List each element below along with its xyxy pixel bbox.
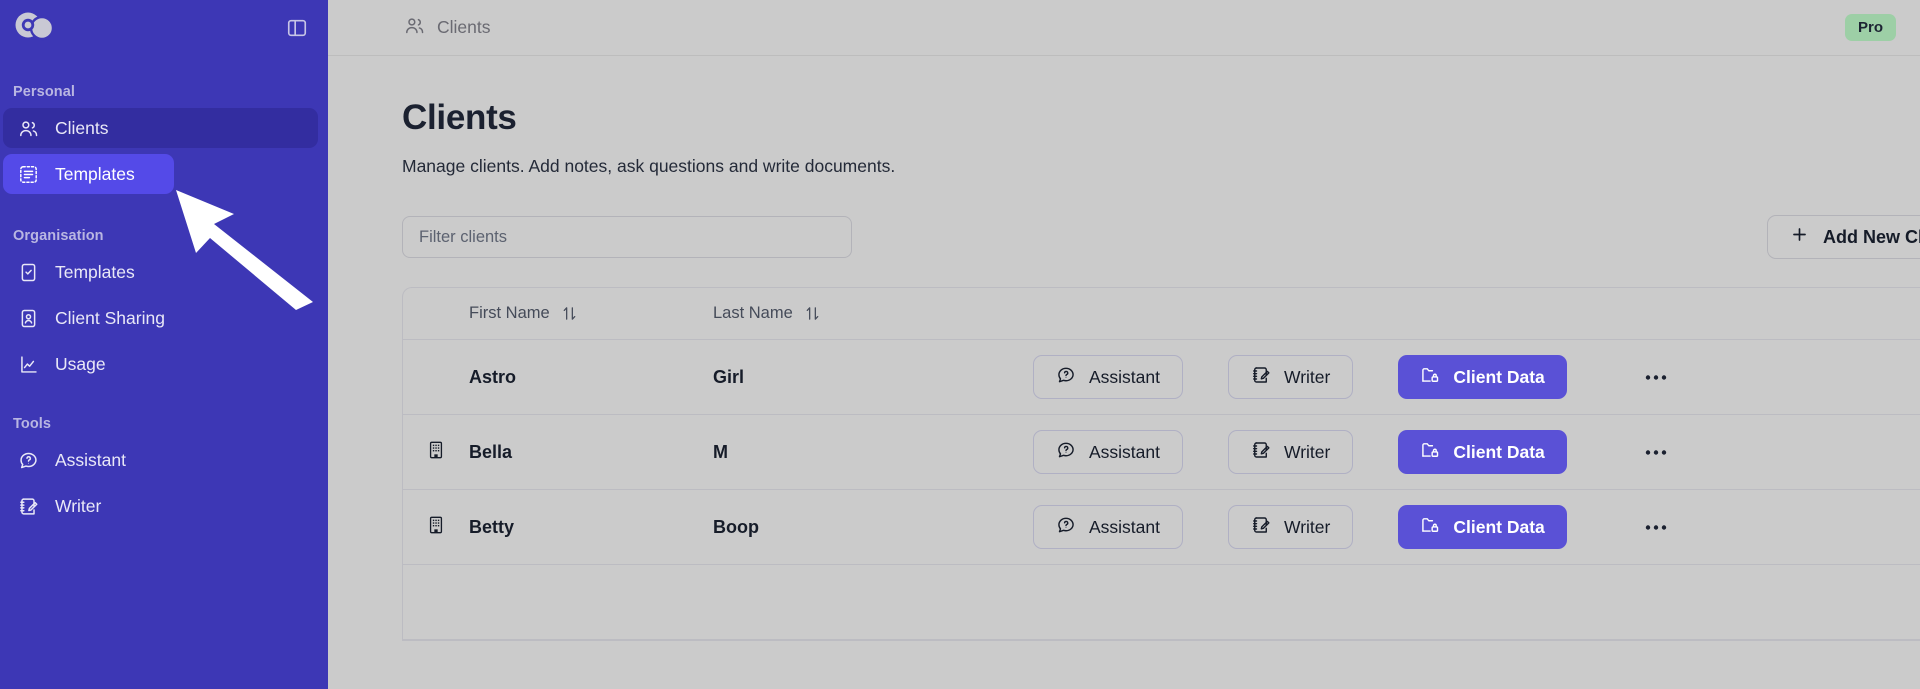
table-row[interactable]: Bella M Assistant Writer Client Data — [403, 415, 1920, 490]
app-logo[interactable] — [14, 10, 56, 47]
table-row[interactable]: Betty Boop Assistant Writer Client Data — [403, 490, 1920, 565]
sidebar-item-label: Usage — [55, 353, 106, 374]
sidebar-item-label: Client Sharing — [55, 307, 165, 328]
checklist-doc-icon — [17, 261, 39, 283]
table-row[interactable]: Astro Girl Assistant Writer Client Data — [403, 340, 1920, 415]
sidebar: Personal Clients Templates Organisation … — [0, 0, 328, 689]
cell-first-name: Astro — [469, 366, 517, 387]
plus-icon — [1790, 225, 1809, 249]
table-header-row: First Name Last Name — [403, 288, 1920, 340]
table-header-first-name-label: First Name — [469, 304, 550, 322]
sidebar-item-assistant[interactable]: Assistant — [3, 440, 318, 480]
sidebar-item-label: Templates — [55, 163, 135, 184]
table-header-last-name[interactable]: Last Name — [713, 304, 943, 323]
status-badge-plan[interactable]: Pro — [1844, 14, 1896, 41]
cell-last-name: Girl — [713, 366, 745, 387]
sidebar-item-templates-personal[interactable]: Templates — [3, 154, 174, 194]
clients-table: First Name Last Name Astro Girl Assistan… — [402, 287, 1920, 641]
sidebar-item-templates-org[interactable]: Templates — [3, 252, 318, 292]
ellipsis-icon[interactable] — [1634, 434, 1678, 470]
page-content: Clients Manage clients. Add notes, ask q… — [328, 56, 1920, 641]
sort-updown-icon[interactable] — [804, 305, 821, 322]
sidebar-item-usage[interactable]: Usage — [3, 344, 318, 384]
filter-clients-input[interactable] — [402, 216, 852, 258]
sidebar-item-writer[interactable]: Writer — [3, 486, 318, 526]
notebook-pencil-icon — [1251, 515, 1271, 540]
row-assistant-label: Assistant — [1089, 366, 1160, 387]
notebook-pencil-icon — [1251, 365, 1271, 390]
ellipsis-icon[interactable] — [1634, 359, 1678, 395]
row-org-indicator — [403, 440, 469, 465]
sidebar-item-label: Clients — [55, 117, 109, 138]
add-new-client-button[interactable]: Add New Client — [1766, 215, 1920, 259]
breadcrumb[interactable]: Clients — [404, 15, 491, 41]
building-icon — [426, 440, 446, 465]
chat-question-icon — [1056, 440, 1076, 465]
cell-last-name: Boop — [713, 516, 759, 537]
row-client-data-label: Client Data — [1453, 441, 1545, 462]
chat-question-icon — [1056, 365, 1076, 390]
folder-lock-icon — [1420, 440, 1440, 465]
row-client-data-button[interactable]: Client Data — [1398, 505, 1567, 549]
top-bar: Clients Pro — [328, 0, 1920, 56]
row-assistant-label: Assistant — [1089, 441, 1160, 462]
ellipsis-icon[interactable] — [1634, 509, 1678, 545]
cell-last-name: M — [713, 441, 728, 462]
folder-lock-icon — [1420, 365, 1440, 390]
cell-first-name: Betty — [469, 516, 515, 537]
notebook-pencil-icon — [17, 495, 39, 517]
template-dashed-icon — [17, 163, 39, 185]
chat-question-icon — [17, 449, 39, 471]
row-org-indicator — [403, 515, 469, 540]
notebook-pencil-icon — [1251, 440, 1271, 465]
line-chart-icon — [17, 353, 39, 375]
breadcrumb-label: Clients — [437, 17, 491, 37]
row-assistant-button[interactable]: Assistant — [1033, 505, 1183, 549]
row-assistant-label: Assistant — [1089, 516, 1160, 537]
sidebar-item-client-sharing[interactable]: Client Sharing — [3, 298, 318, 338]
sidebar-section-personal-label: Personal — [13, 84, 76, 100]
table-row[interactable] — [403, 565, 1920, 640]
cell-first-name: Bella — [469, 441, 513, 462]
row-writer-button[interactable]: Writer — [1228, 355, 1354, 399]
row-client-data-button[interactable]: Client Data — [1398, 355, 1567, 399]
folder-lock-icon — [1420, 515, 1440, 540]
contact-card-icon — [17, 307, 39, 329]
add-new-client-label: Add New Client — [1822, 226, 1920, 247]
main-area: Clients Pro Clients Manage clients. Add … — [328, 0, 1920, 689]
row-writer-button[interactable]: Writer — [1228, 430, 1354, 474]
table-toolbar: Add New Client — [402, 215, 1920, 259]
sidebar-section-organisation-label: Organisation — [13, 228, 104, 244]
sidebar-item-label: Templates — [55, 261, 135, 282]
users-icon — [17, 117, 39, 139]
row-writer-label: Writer — [1284, 441, 1331, 462]
sidebar-section-tools-label: Tools — [13, 416, 52, 432]
row-client-data-label: Client Data — [1453, 516, 1545, 537]
page-title: Clients — [402, 98, 517, 137]
sidebar-header — [0, 0, 328, 56]
row-writer-label: Writer — [1284, 366, 1331, 387]
building-icon — [426, 515, 446, 540]
sidebar-item-clients[interactable]: Clients — [3, 108, 318, 148]
row-client-data-button[interactable]: Client Data — [1398, 430, 1567, 474]
sidebar-item-label: Writer — [55, 495, 102, 516]
table-header-last-name-label: Last Name — [713, 304, 793, 322]
row-assistant-button[interactable]: Assistant — [1033, 355, 1183, 399]
users-icon — [404, 15, 425, 41]
row-client-data-label: Client Data — [1453, 366, 1545, 387]
row-writer-label: Writer — [1284, 516, 1331, 537]
chat-question-icon — [1056, 515, 1076, 540]
row-writer-button[interactable]: Writer — [1228, 505, 1354, 549]
arrow-pointing-to-templates — [170, 180, 328, 315]
sidebar-collapse-icon[interactable] — [284, 15, 310, 41]
table-header-first-name[interactable]: First Name — [469, 304, 713, 323]
sort-updown-icon[interactable] — [561, 305, 578, 322]
page-subtitle: Manage clients. Add notes, ask questions… — [402, 156, 896, 176]
sidebar-item-label: Assistant — [55, 449, 126, 470]
app-root: Personal Clients Templates Organisation … — [0, 0, 1920, 689]
row-assistant-button[interactable]: Assistant — [1033, 430, 1183, 474]
